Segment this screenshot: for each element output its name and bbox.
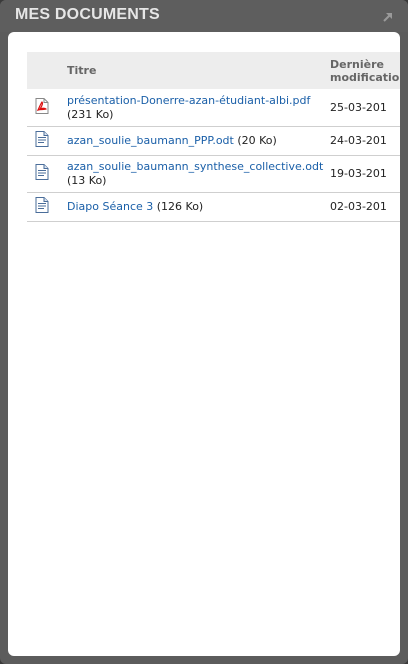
panel-content: Titre Dernière modification présentation…: [8, 32, 400, 656]
modified-date: 19-03-201: [329, 155, 400, 193]
file-icon-cell: [27, 155, 67, 193]
document-link[interactable]: azan_soulie_baumann_PPP.odt: [67, 134, 234, 147]
header-last-modified[interactable]: Dernière modification: [329, 52, 400, 89]
file-size: (20 Ko): [237, 134, 277, 147]
table-row: Diapo Séance 3 (126 Ko) 02-03-201: [27, 192, 400, 222]
text-document-icon: [35, 164, 67, 184]
header-icon-column: [27, 52, 67, 89]
document-link[interactable]: Diapo Séance 3: [67, 200, 153, 213]
file-title-cell: Diapo Séance 3 (126 Ko): [67, 192, 329, 222]
documents-table: Titre Dernière modification présentation…: [27, 52, 400, 222]
document-link[interactable]: présentation-Donerre-azan-étudiant-albi.…: [67, 94, 310, 107]
header-last-modified-label: Dernière modification: [330, 57, 400, 84]
modified-date: 25-03-201: [329, 89, 400, 127]
pdf-file-icon: [35, 97, 67, 118]
documents-panel: MES DOCUMENTS Titre Dernière modificatio…: [0, 0, 408, 664]
table-row: présentation-Donerre-azan-étudiant-albi.…: [27, 89, 400, 127]
modified-date: 24-03-201: [329, 126, 400, 156]
file-icon-cell: [27, 126, 67, 156]
table-header-row: Titre Dernière modification: [27, 52, 400, 89]
document-link[interactable]: azan_soulie_baumann_synthese_collective.…: [67, 160, 323, 173]
file-size: (231 Ko): [67, 107, 114, 121]
file-title-cell: azan_soulie_baumann_PPP.odt (20 Ko): [67, 126, 329, 156]
modified-date: 02-03-201: [329, 192, 400, 222]
file-title-cell: présentation-Donerre-azan-étudiant-albi.…: [67, 89, 329, 127]
file-icon-cell: [27, 89, 67, 127]
panel-titlebar: MES DOCUMENTS: [0, 0, 408, 32]
text-document-icon: [35, 131, 67, 151]
table-row: azan_soulie_baumann_synthese_collective.…: [27, 155, 400, 193]
table-row: azan_soulie_baumann_PPP.odt (20 Ko) 24-0…: [27, 126, 400, 156]
file-size: (13 Ko): [67, 174, 107, 187]
text-document-icon: [35, 197, 67, 217]
file-size: (126 Ko): [156, 200, 204, 213]
header-title[interactable]: Titre: [67, 52, 329, 89]
panel-title: MES DOCUMENTS: [15, 6, 160, 23]
documents-table-wrapper[interactable]: Titre Dernière modification présentation…: [27, 52, 400, 222]
file-icon-cell: [27, 192, 67, 222]
file-title-cell: azan_soulie_baumann_synthese_collective.…: [67, 155, 329, 193]
expand-arrow-icon[interactable]: [382, 8, 394, 22]
